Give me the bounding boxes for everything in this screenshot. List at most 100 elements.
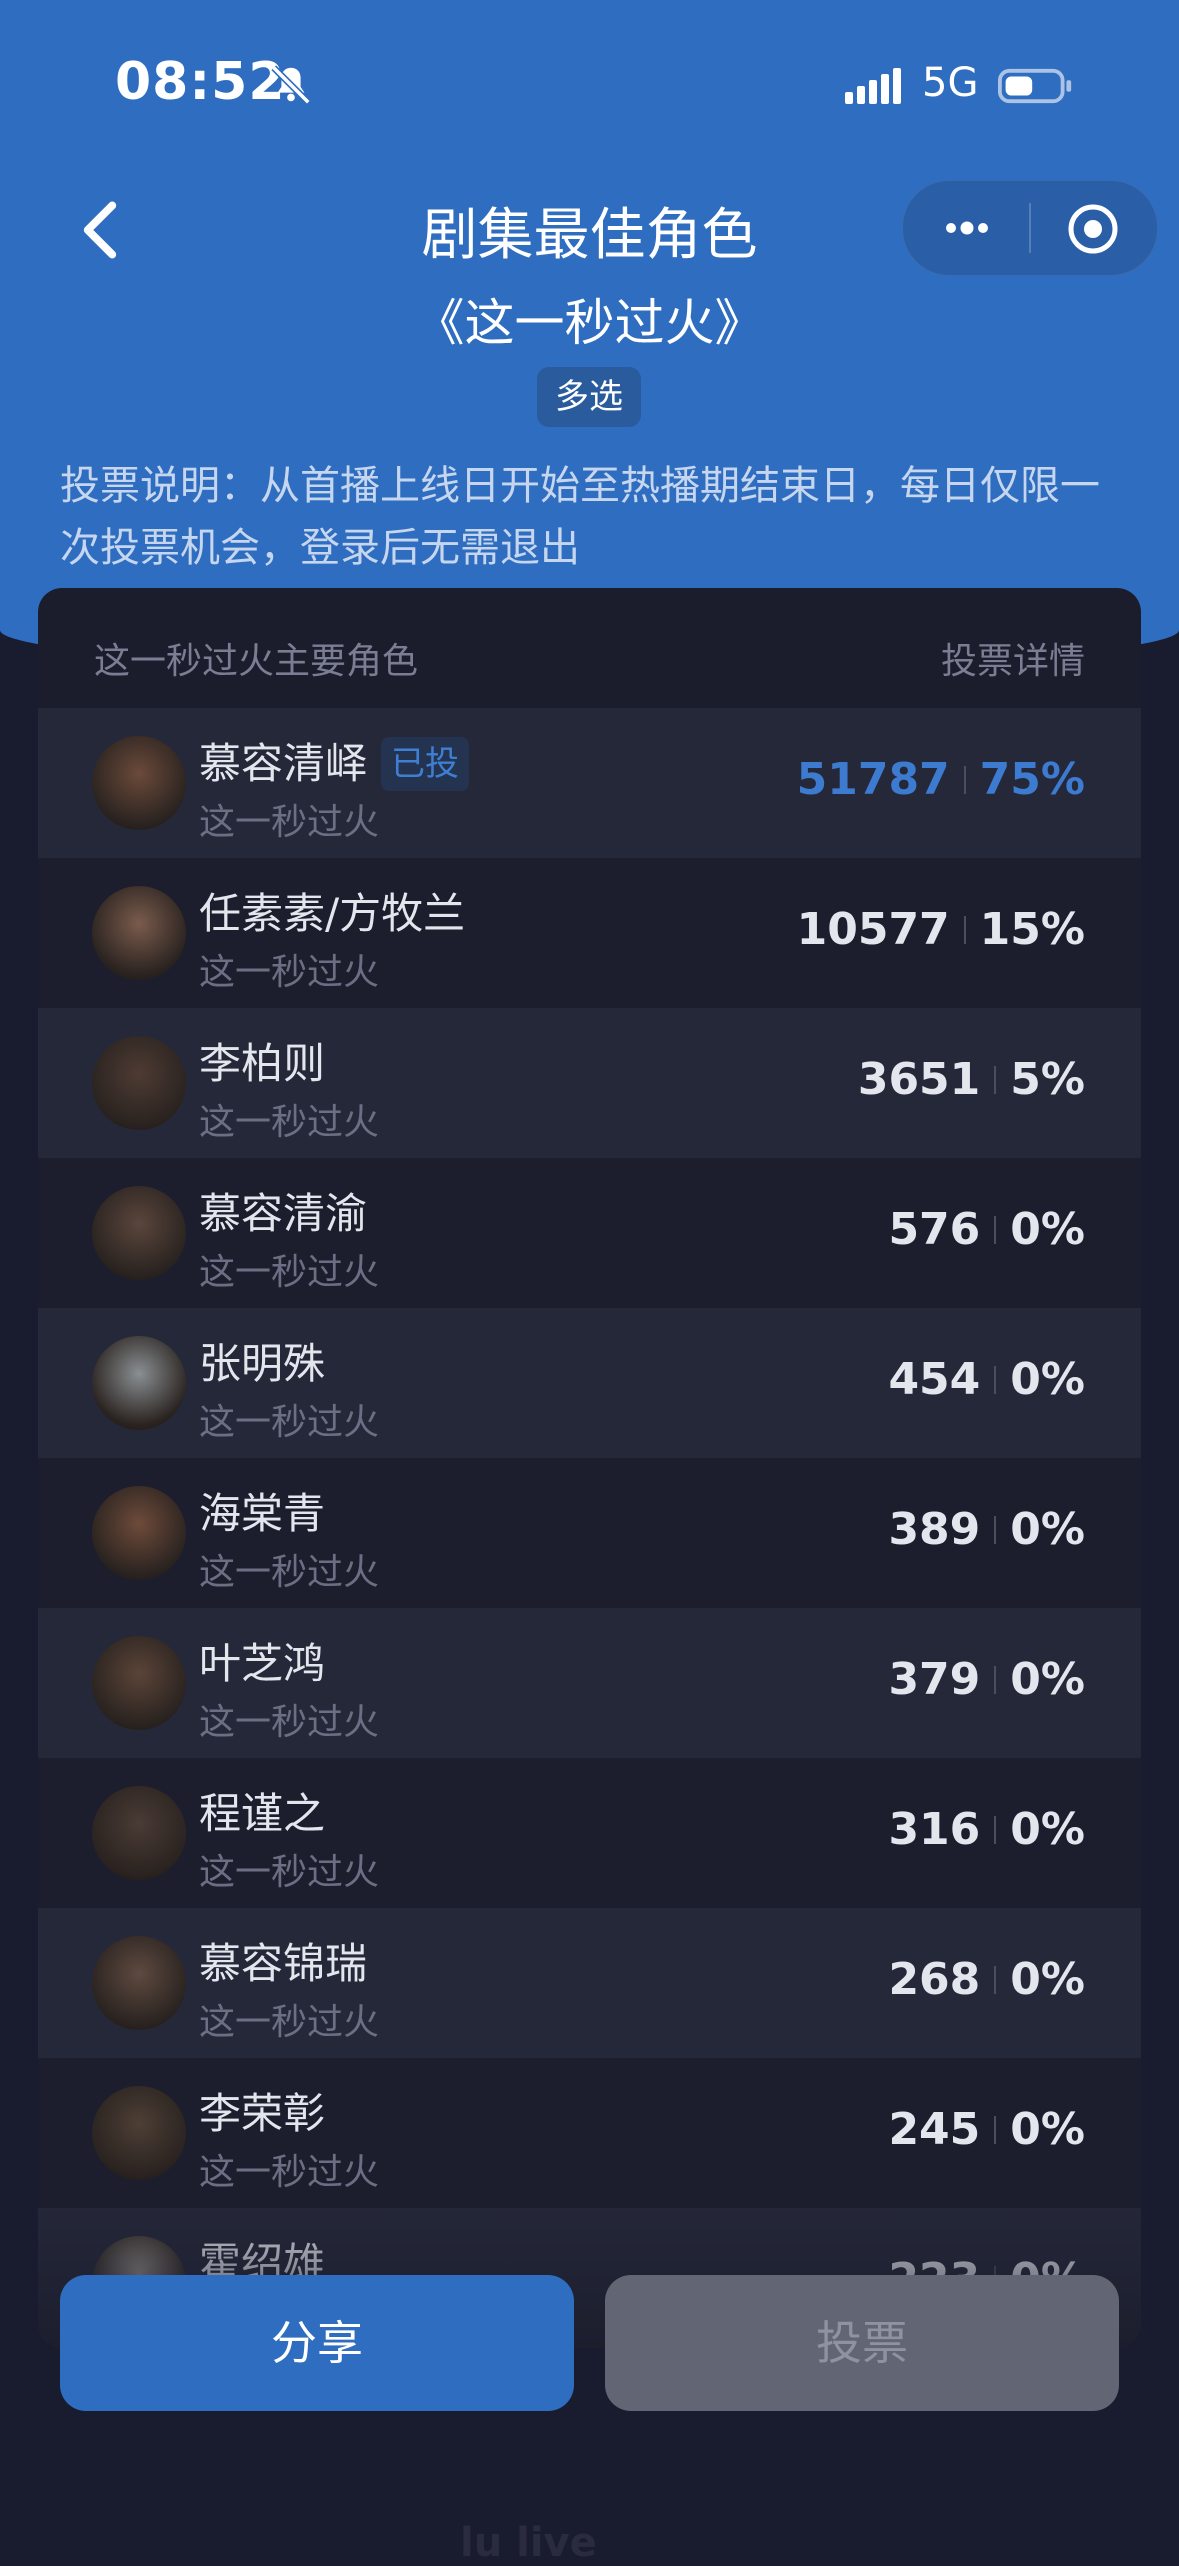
list-header-title: 这一秒过火主要角色: [94, 641, 419, 682]
candidate-name: 慕容清渝: [199, 1180, 367, 1241]
more-icon[interactable]: [939, 203, 995, 253]
candidate-name: 张明殊: [199, 1330, 325, 1391]
vote-stats: 316 0%: [888, 1804, 1085, 1855]
candidate-name-text: 慕容清峄: [199, 739, 368, 788]
avatar: [92, 1486, 186, 1580]
miniprogram-capsule: [902, 180, 1158, 276]
avatar: [92, 1936, 186, 2030]
candidate-show: 这一秒过火: [199, 1402, 380, 1443]
candidate-name: 海棠青: [199, 1480, 325, 1541]
bell-muted-icon: [271, 65, 311, 105]
candidate-name-text: 李柏则: [199, 1039, 326, 1088]
candidate-row[interactable]: 程谨之这一秒过火 316 0%: [38, 1758, 1141, 1908]
candidate-name: 李荣彰: [199, 2080, 325, 2141]
candidate-list-card: 这一秒过火主要角色 投票详情 慕容清峄 已投 这一秒过火 51787 75% 任素素/方牧…: [38, 588, 1141, 2348]
vote-count: 379: [888, 1654, 981, 1705]
avatar: [92, 1036, 186, 1130]
vote-stats: 576 0%: [888, 1204, 1085, 1255]
footer-logo: lu live: [460, 2520, 597, 2566]
vote-stats: 268 0%: [888, 1954, 1085, 2005]
voted-badge: 已投: [381, 737, 470, 791]
vote-stats: 454 0%: [888, 1354, 1085, 1405]
stats-divider: [994, 1816, 997, 1844]
avatar: [92, 1186, 186, 1280]
stats-divider: [994, 1366, 997, 1394]
vote-percent: 0%: [1010, 1204, 1085, 1255]
vote-count: 3651: [857, 1054, 981, 1105]
candidate-name-text: 叶芝鸿: [199, 1639, 326, 1688]
avatar: [92, 886, 186, 980]
candidate-row[interactable]: 张明殊这一秒过火 454 0%: [38, 1308, 1141, 1458]
stats-divider: [994, 1666, 997, 1694]
candidate-list: 慕容清峄 已投 这一秒过火 51787 75% 任素素/方牧兰 这一秒过火 10577 15% 李…: [38, 708, 1141, 2348]
close-target-icon[interactable]: [1065, 201, 1121, 257]
candidate-show: 这一秒过火: [199, 1552, 380, 1593]
candidate-row[interactable]: 叶芝鸿这一秒过火 379 0%: [38, 1608, 1141, 1758]
network-type: 5G: [922, 60, 979, 106]
candidate-name: 程谨之: [199, 1780, 325, 1841]
candidate-name-text: 慕容清渝: [199, 1189, 368, 1238]
vote-percent: 15%: [979, 904, 1085, 955]
stats-divider: [994, 1216, 997, 1244]
avatar: [92, 1786, 186, 1880]
vote-stats: 245 0%: [888, 2104, 1085, 2155]
vote-button[interactable]: 投票: [605, 2275, 1119, 2411]
vote-stats: 51787 75%: [797, 754, 1085, 805]
candidate-row[interactable]: 慕容清渝这一秒过火 576 0%: [38, 1158, 1141, 1308]
vote-stats: 3651 5%: [858, 1054, 1085, 1105]
candidate-name: 叶芝鸿: [199, 1630, 325, 1691]
vote-percent: 75%: [979, 754, 1085, 805]
candidate-row[interactable]: 慕容锦瑞 这一秒过火 268 0%: [38, 1908, 1141, 2058]
vote-count: 316: [888, 1804, 981, 1855]
vote-stats: 389 0%: [888, 1504, 1085, 1555]
multi-select-tag: 多选: [537, 367, 641, 427]
vote-count: 51787: [796, 754, 950, 805]
status-bar: 08:52 5G: [0, 0, 1179, 170]
candidate-show: 这一秒过火: [199, 802, 380, 843]
avatar: [92, 1636, 186, 1730]
stats-divider: [994, 1066, 997, 1094]
stats-divider: [994, 2116, 997, 2144]
vote-count: 389: [888, 1504, 981, 1555]
vote-count: 454: [888, 1354, 981, 1405]
avatar: [92, 736, 186, 830]
vote-percent: 0%: [1010, 1954, 1085, 2005]
candidate-name-text: 张明殊: [199, 1339, 326, 1388]
vote-percent: 0%: [1010, 1804, 1085, 1855]
candidate-name-text: 程谨之: [199, 1789, 326, 1838]
candidate-show: 这一秒过火: [199, 1252, 380, 1293]
vote-stats: 379 0%: [888, 1654, 1085, 1705]
candidate-row[interactable]: 李荣彰 这一秒过火 245 0%: [38, 2058, 1141, 2208]
candidate-row[interactable]: 李柏则 这一秒过火 3651 5%: [38, 1008, 1141, 1158]
vote-percent: 0%: [1010, 2104, 1085, 2155]
signal-icon: [845, 68, 901, 104]
stats-divider: [963, 916, 966, 944]
vote-percent: 0%: [1010, 1504, 1085, 1555]
stats-divider: [994, 1516, 997, 1544]
candidate-name-text: 海棠青: [199, 1489, 326, 1538]
show-subtitle: 《这一秒过火》: [414, 294, 765, 352]
candidate-row[interactable]: 海棠青这一秒过火 389 0%: [38, 1458, 1141, 1608]
candidate-name: 慕容清峄 已投: [199, 730, 470, 791]
vote-percent: 0%: [1010, 1354, 1085, 1405]
candidate-row[interactable]: 任素素/方牧兰这一秒过火 10577 15%: [38, 858, 1141, 1008]
list-header: 这一秒过火主要角色 投票详情: [38, 588, 1141, 708]
battery-icon: [998, 68, 1072, 104]
candidate-name: 慕容锦瑞: [199, 1930, 367, 1991]
vote-description: 投票说明：从首播上线日开始至热播期结束日，每日仅限一次投票机会，登录后无需退出: [60, 463, 1100, 571]
candidate-show: 这一秒过火: [199, 952, 380, 993]
capsule-divider: [1029, 203, 1031, 253]
candidate-name-text: 任素素/方牧兰: [199, 889, 466, 938]
vote-details-link[interactable]: 投票详情: [941, 632, 1085, 684]
candidate-name-text: 慕容锦瑞: [199, 1939, 368, 1988]
avatar: [92, 1336, 186, 1430]
vote-count: 268: [888, 1954, 981, 2005]
vote-count: 10577: [796, 904, 950, 955]
vote-count: 576: [888, 1204, 981, 1255]
vote-percent: 0%: [1010, 1654, 1085, 1705]
candidate-show: 这一秒过火: [199, 1852, 380, 1893]
candidate-show: 这一秒过火: [199, 1702, 380, 1743]
share-button[interactable]: 分享: [60, 2275, 574, 2411]
candidate-name-text: 李荣彰: [199, 2089, 326, 2138]
candidate-row[interactable]: 慕容清峄 已投 这一秒过火 51787 75%: [38, 708, 1141, 858]
